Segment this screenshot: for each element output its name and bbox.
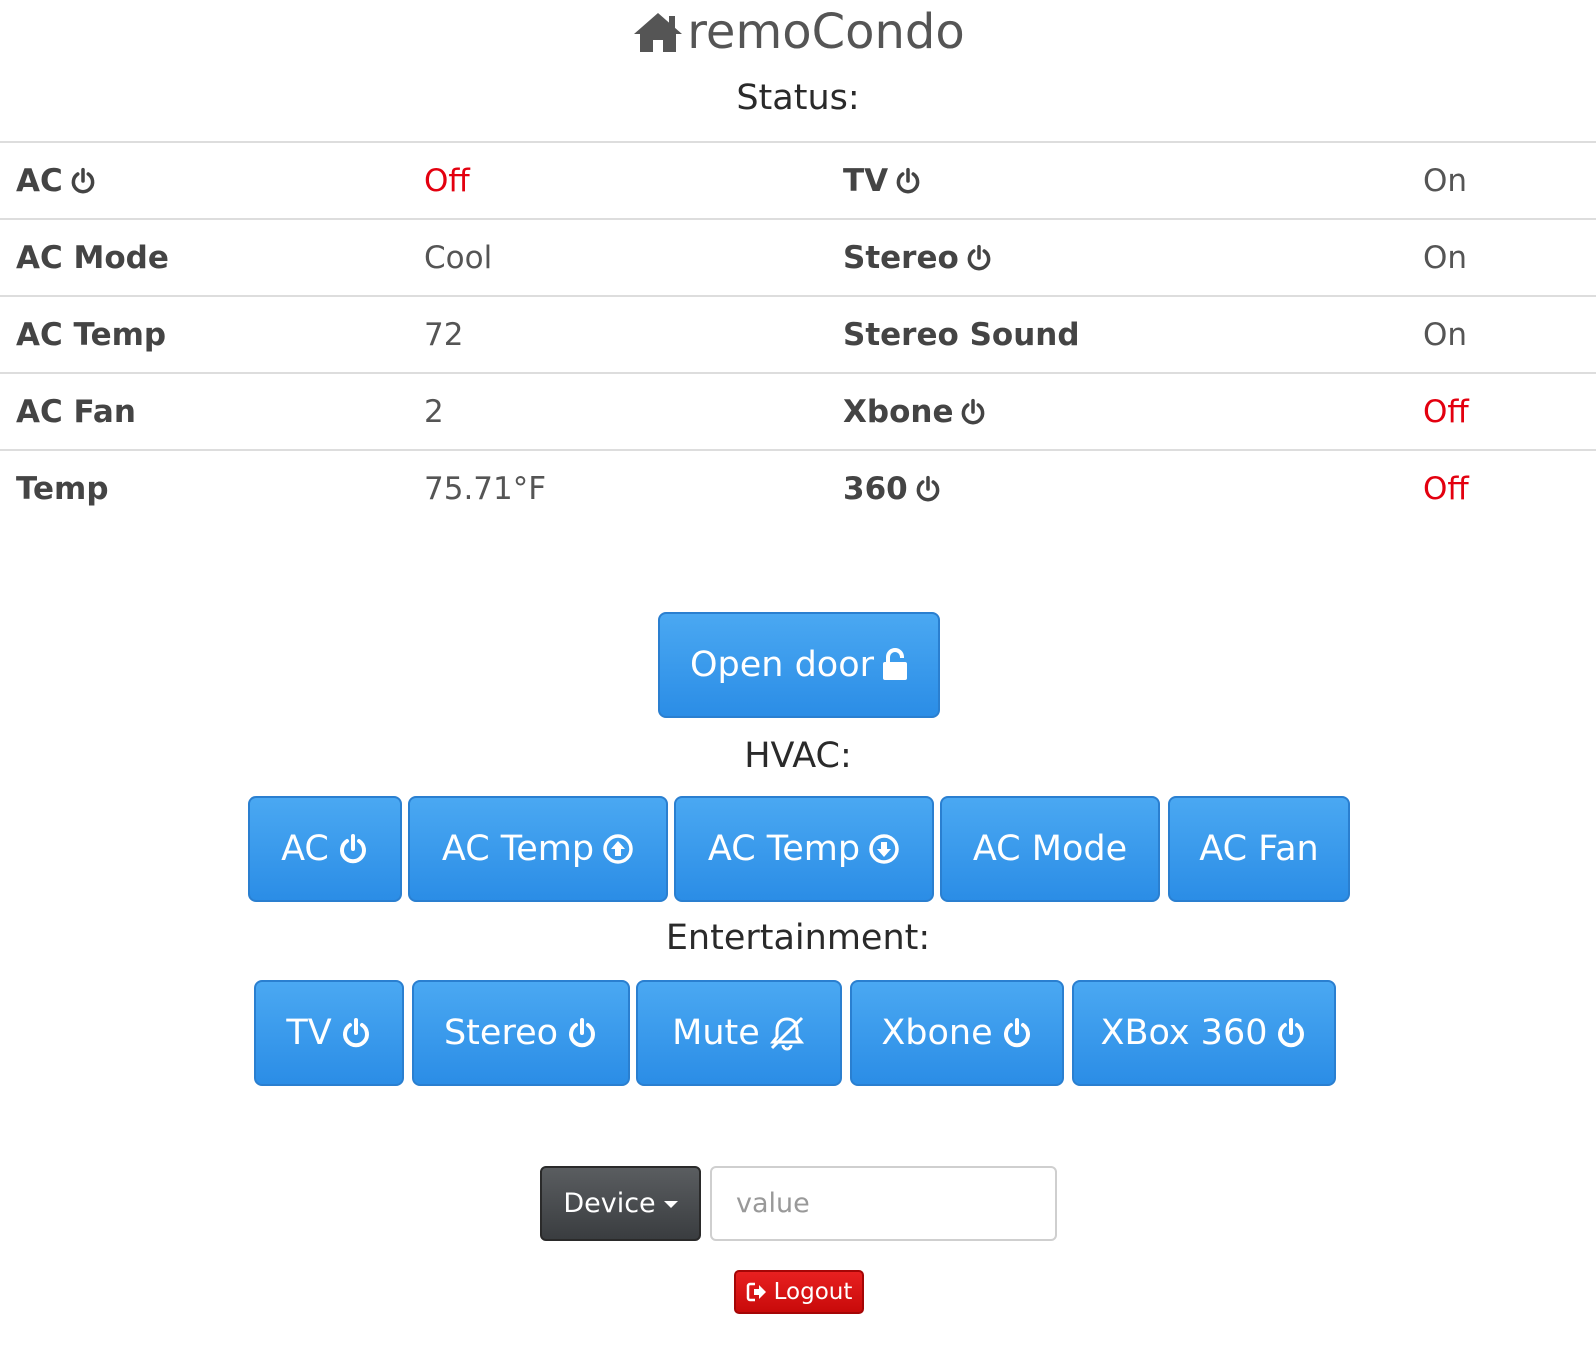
power-icon: [967, 244, 991, 270]
entertainment-button-label: Mute: [672, 1013, 760, 1053]
xbox-360-power-button[interactable]: XBox 360: [1072, 980, 1336, 1086]
status-label: Stereo Sound: [843, 297, 1080, 372]
power-icon: [339, 834, 366, 864]
status-label: Xbone: [843, 374, 987, 449]
open-door-button[interactable]: Open door: [658, 612, 940, 718]
status-label-text: Xbone: [843, 393, 954, 430]
status-value: Off: [1423, 393, 1469, 430]
sign-out-icon: [746, 1282, 766, 1302]
status-label-text: AC: [16, 162, 63, 199]
status-label: 360: [843, 451, 942, 526]
status-label: Stereo: [843, 220, 993, 295]
arrow-up-circle-icon: [603, 834, 633, 864]
status-value: Off: [1423, 470, 1469, 507]
power-icon: [896, 167, 920, 193]
status-row: AC Mode Cool Stereo On: [0, 218, 1596, 295]
power-icon: [962, 398, 985, 424]
logout-button[interactable]: Logout: [734, 1270, 864, 1314]
stereo-power-button[interactable]: Stereo: [412, 980, 630, 1086]
logout-label: Logout: [773, 1279, 853, 1305]
power-icon: [1003, 1018, 1030, 1048]
status-label: AC: [16, 143, 97, 218]
hvac-button-label: AC: [281, 829, 329, 869]
device-label: Device: [563, 1188, 656, 1219]
home-icon: [634, 13, 683, 52]
hvac-button-label: AC Fan: [1199, 829, 1319, 869]
status-row: Temp 75.71°F 360 Off: [0, 449, 1596, 526]
power-icon: [71, 167, 95, 193]
hvac-ac-temp-down-button[interactable]: AC Temp: [674, 796, 934, 902]
status-value: On: [1423, 239, 1468, 276]
arrow-down-circle-icon: [869, 834, 899, 864]
entertainment-title: Entertainment:: [665, 918, 931, 958]
hvac-title: HVAC:: [744, 736, 852, 776]
status-label-text: TV: [843, 162, 889, 199]
entertainment-button-label: TV: [286, 1013, 332, 1053]
power-icon: [569, 1018, 596, 1048]
status-label: AC Mode: [16, 220, 169, 295]
unlock-icon: [883, 648, 908, 680]
status-row: AC Fan 2 Xbone Off: [0, 372, 1596, 449]
power-icon: [916, 475, 940, 501]
status-label-text: Temp: [16, 470, 109, 507]
status-value: 75.71°F: [424, 470, 547, 507]
status-value: On: [1423, 316, 1468, 353]
status-label-text: 360: [843, 470, 908, 507]
hvac-button-label: AC Temp: [441, 829, 595, 869]
status-value: 72: [424, 316, 464, 353]
device-dropdown-button[interactable]: Device: [540, 1166, 701, 1241]
status-table: AC Off TV On AC Mode Cool Stereo On AC Temp 72 Ste…: [0, 141, 1596, 526]
open-door-label: Open door: [689, 645, 875, 685]
bell-slash-icon: [769, 1016, 804, 1051]
entertainment-button-label: Xbone: [881, 1013, 993, 1053]
status-title: Status:: [736, 78, 860, 118]
tv-power-button[interactable]: TV: [254, 980, 404, 1086]
hvac-ac-temp-up-button[interactable]: AC Temp: [408, 796, 668, 902]
status-label: Temp: [16, 451, 109, 526]
hvac-ac-fan-button[interactable]: AC Fan: [1168, 796, 1350, 902]
status-label: AC Fan: [16, 374, 136, 449]
entertainment-button-label: XBox 360: [1100, 1013, 1268, 1053]
status-row: AC Off TV On: [0, 141, 1596, 218]
status-value: 2: [424, 393, 444, 430]
status-label: AC Temp: [16, 297, 166, 372]
status-label-text: Stereo: [843, 239, 959, 276]
caret-down-icon: [663, 1201, 678, 1208]
mute-button[interactable]: Mute: [636, 980, 842, 1086]
hvac-button-label: AC Mode: [972, 829, 1128, 869]
status-value: Cool: [424, 239, 493, 276]
status-label-text: Stereo Sound: [843, 316, 1080, 353]
app-title: remoCondo: [687, 4, 965, 60]
power-icon: [1278, 1018, 1305, 1048]
status-value: Off: [424, 162, 470, 199]
status-label-text: AC Fan: [16, 393, 136, 430]
app-header: remoCondo: [0, 0, 1596, 64]
status-label-text: AC Temp: [16, 316, 167, 353]
value-input[interactable]: [710, 1166, 1057, 1241]
status-label: TV: [843, 143, 922, 218]
status-row: AC Temp 72 Stereo Sound On: [0, 295, 1596, 372]
status-label-text: AC Mode: [16, 239, 169, 276]
hvac-ac-mode-button[interactable]: AC Mode: [940, 796, 1160, 902]
xbone-power-button[interactable]: Xbone: [850, 980, 1064, 1086]
entertainment-button-label: Stereo: [443, 1013, 559, 1053]
status-value: On: [1423, 162, 1468, 199]
hvac-button-label: AC Temp: [707, 829, 861, 869]
brand[interactable]: remoCondo: [631, 4, 965, 60]
hvac-ac-power-button[interactable]: AC: [248, 796, 402, 902]
power-icon: [342, 1018, 369, 1048]
